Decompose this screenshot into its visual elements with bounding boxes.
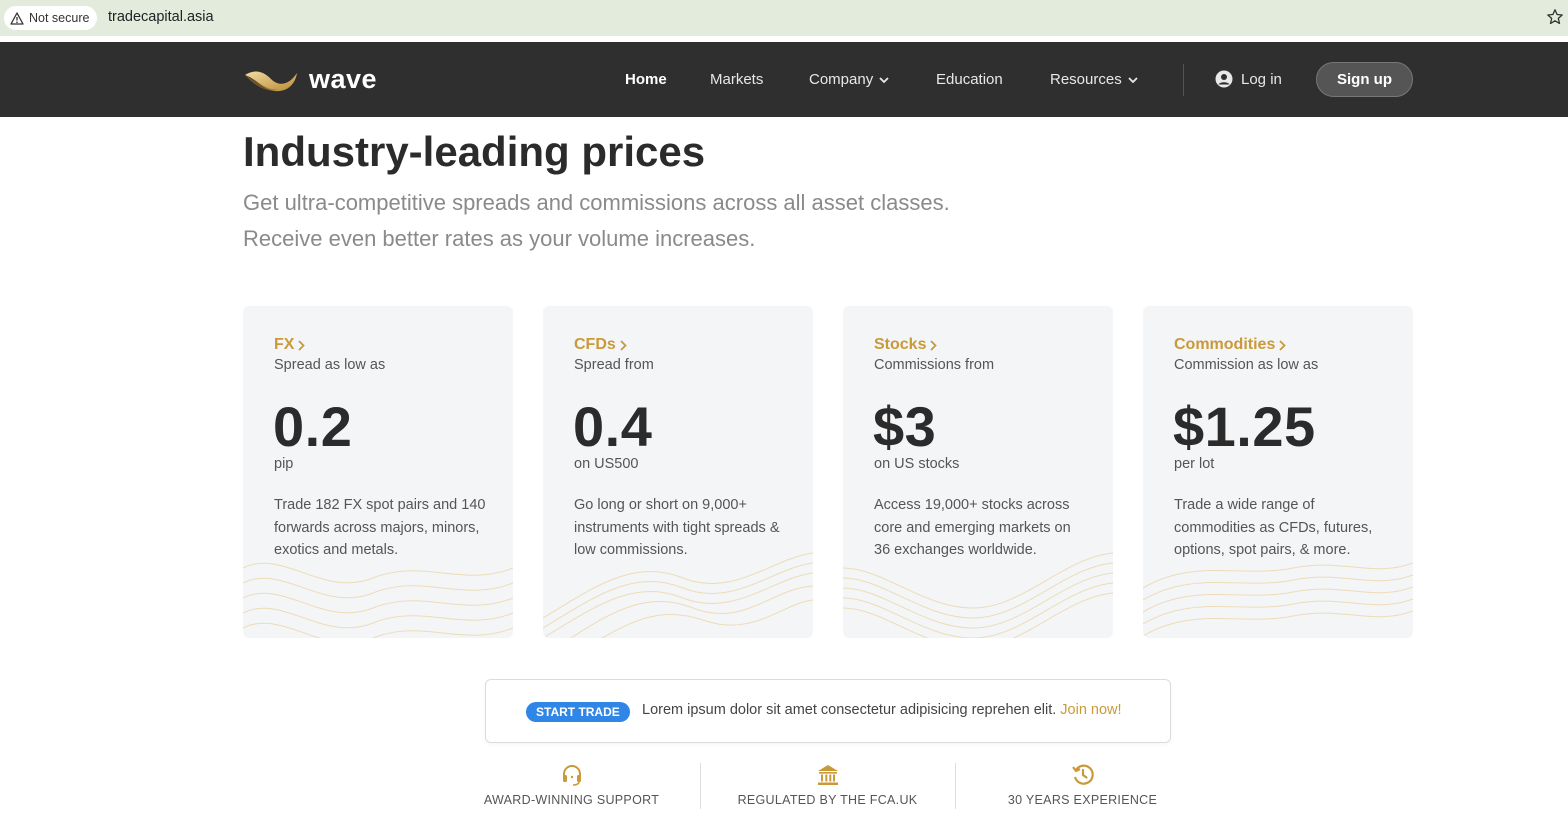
security-label: Not secure: [29, 11, 90, 25]
cta-banner: START TRADE Lorem ipsum dolor sit amet c…: [485, 679, 1171, 743]
pricing-card-cfds[interactable]: CFDs Spread from 0.4 on US500 Go long or…: [543, 306, 813, 638]
card-subtitle: Spread from: [574, 357, 654, 373]
card-description: Access 19,000+ stocks across core and em…: [874, 497, 1071, 558]
pricing-card-commodities[interactable]: Commodities Commission as low as $1.25 p…: [1143, 306, 1413, 638]
logo-text: wave: [309, 64, 378, 94]
login-label: Log in: [1241, 70, 1282, 88]
card-unit: per lot: [1174, 456, 1215, 472]
wave-pattern: [243, 562, 513, 638]
hero-subtitle-line2: Receive even better rates as your volume…: [243, 226, 756, 251]
security-indicator[interactable]: Not secure: [4, 6, 98, 30]
chevron-right-icon: [1279, 339, 1287, 351]
nav-resources[interactable]: Resources: [1050, 71, 1138, 88]
browser-address-bar: Not secure tradecapital.asia: [0, 0, 1568, 36]
history-icon: [1071, 764, 1094, 785]
card-subtitle: Spread as low as: [274, 357, 386, 373]
chevron-right-icon: [930, 339, 938, 351]
card-description: Trade 182 FX spot pairs and 140 forwards…: [274, 497, 486, 558]
feature-label: 30 YEARS EXPERIENCE: [1007, 793, 1158, 807]
card-subtitle: Commission as low as: [1174, 357, 1319, 373]
login-link[interactable]: Log in: [1215, 70, 1282, 88]
cta-text: Lorem ipsum dolor sit amet consectetur a…: [642, 702, 1122, 718]
pricing-card-fx[interactable]: FX Spread as low as 0.2 pip Trade 182 FX…: [243, 306, 513, 638]
hero-title: Industry-leading prices: [243, 128, 705, 176]
card-description: Go long or short on 9,000+ instruments w…: [574, 497, 780, 558]
headset-icon: [562, 765, 581, 786]
cta-message: Lorem ipsum dolor sit amet consectetur a…: [642, 702, 1057, 718]
card-value: $1.25: [1173, 395, 1316, 458]
pricing-card-stocks[interactable]: Stocks Commissions from $3 on US stocks …: [843, 306, 1113, 638]
nav-home-label: Home: [625, 71, 667, 88]
nav-home[interactable]: Home: [625, 71, 667, 88]
chevron-down-icon: [1128, 76, 1138, 83]
feature-experience: 30 YEARS EXPERIENCE: [955, 763, 1210, 809]
chevron-down-icon: [879, 76, 889, 83]
card-subtitle: Commissions from: [874, 357, 995, 373]
logo[interactable]: wave: [243, 64, 377, 95]
card-description: Trade a wide range of commodities as CFD…: [1174, 497, 1373, 558]
site-navbar: wave Home Markets Company Education Reso…: [0, 42, 1568, 117]
nav-markets-label: Markets: [710, 71, 764, 88]
hero-title-pre: Industry-: [243, 128, 423, 175]
feature-support: AWARD-WINNING SUPPORT: [444, 763, 699, 809]
card-value: $3: [873, 395, 937, 458]
feature-regulated: REGULATED BY THE FCA.UK: [700, 763, 955, 809]
bank-icon: [817, 765, 838, 785]
feature-label: REGULATED BY THE FCA.UK: [737, 793, 918, 807]
signup-label: Sign up: [1337, 71, 1392, 88]
card-title-label: Commodities: [1174, 336, 1276, 353]
card-unit: on US500: [574, 456, 639, 472]
card-title-label: FX: [274, 336, 295, 353]
card-title-label: Stocks: [874, 336, 927, 353]
card-unit: on US stocks: [874, 456, 960, 472]
chevron-right-icon: [298, 339, 306, 351]
card-unit: pip: [274, 456, 294, 472]
wave-pattern: [843, 552, 1113, 638]
card-title[interactable]: CFDs: [574, 336, 627, 354]
card-title-label: CFDs: [574, 336, 616, 353]
url-field[interactable]: tradecapital.asia: [108, 9, 214, 25]
wave-pattern: [543, 552, 813, 638]
bookmark-star-icon[interactable]: [1546, 8, 1564, 26]
feature-label: AWARD-WINNING SUPPORT: [483, 793, 660, 807]
card-title[interactable]: Commodities: [1174, 336, 1287, 354]
chevron-right-icon: [620, 339, 627, 351]
nav-education[interactable]: Education: [936, 71, 1003, 88]
card-value: 0.2: [273, 395, 353, 458]
nav-markets[interactable]: Markets: [710, 71, 763, 88]
nav-company-label: Company: [809, 71, 874, 88]
warning-icon: [10, 11, 24, 25]
hero-title-post: prices: [569, 128, 706, 175]
hero-subtitle-line1: Get ultra-competitive spreads and commis…: [243, 190, 950, 215]
hero-title-highlight: leading: [422, 128, 570, 175]
signup-button[interactable]: Sign up: [1316, 62, 1413, 97]
card-value: 0.4: [573, 395, 653, 458]
nav-divider: [1183, 64, 1184, 96]
nav-resources-label: Resources: [1050, 71, 1122, 88]
join-now-link[interactable]: Join now!: [1060, 702, 1121, 718]
wave-logo-icon: [245, 71, 297, 91]
wave-pattern: [1143, 562, 1413, 637]
nav-education-label: Education: [936, 71, 1003, 88]
nav-company[interactable]: Company: [809, 71, 889, 88]
card-title[interactable]: FX: [274, 336, 306, 354]
user-circle-icon: [1215, 70, 1233, 88]
card-title[interactable]: Stocks: [874, 336, 938, 354]
start-trade-badge[interactable]: START TRADE: [526, 702, 630, 722]
hero-subtitle: Get ultra-competitive spreads and commis…: [243, 185, 950, 257]
